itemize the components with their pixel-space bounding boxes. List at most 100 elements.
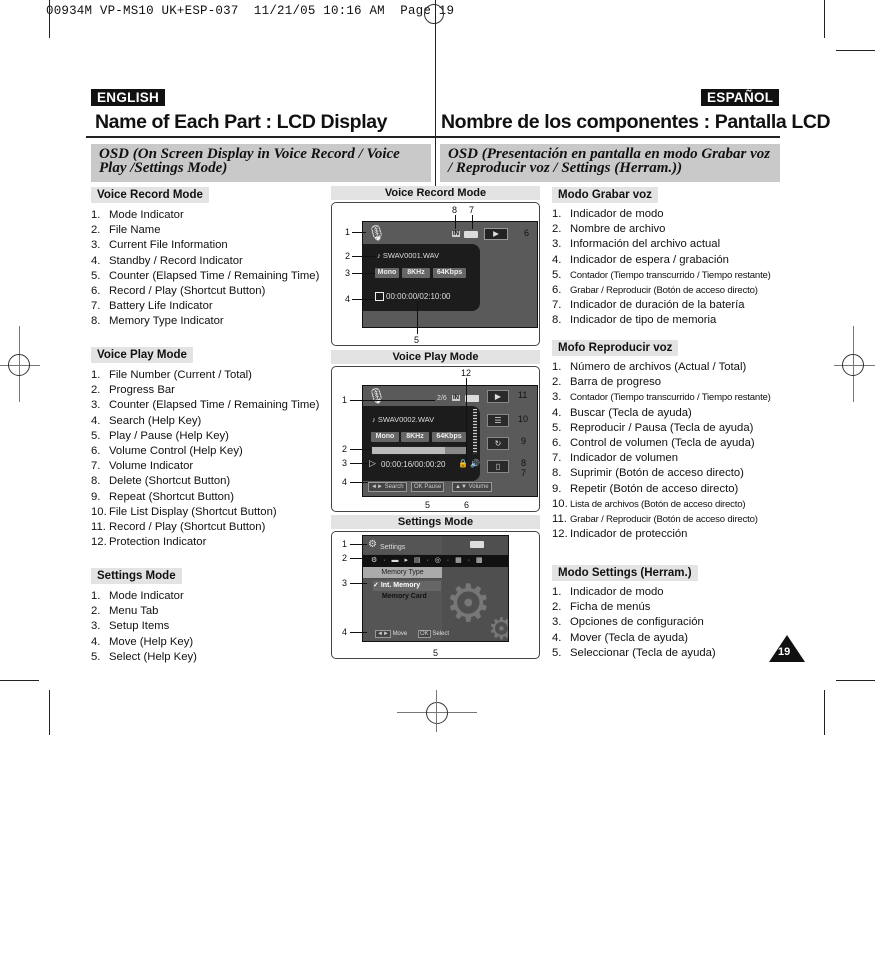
list-item: 8. Suprimir (Botón de acceso directo) [552,466,792,481]
leader-line [350,449,372,450]
list-item: 5. Play / Pause (Help Key) [91,429,326,444]
item-number: 3. [91,239,101,252]
delete-shortcut-button[interactable]: ▯ [487,460,509,473]
microphone-icon: 🎙 [367,225,387,242]
item-number: 11. [91,521,106,534]
item-text: Counter (Elapsed Time / Remaining Time) [109,399,320,412]
microphone-icon: 🎙 [367,388,387,405]
callout-6: 6 [464,500,470,510]
pause-help-key[interactable]: OK Pause [411,482,445,492]
chip-sample-rate: 8KHz [402,268,430,278]
volume-level-bar [473,409,477,454]
item-number: 5. [552,268,562,281]
item-text: Indicador de espera / grabación [570,253,729,266]
item-number: 2. [91,605,101,618]
item-text: Opciones de configuración [570,616,704,629]
item-number: 9. [91,490,101,503]
callout-1: 1 [342,395,348,405]
file-name: SWAV0001.WAV [382,251,440,260]
callout-8: 8 [521,458,527,468]
item-text: Información del archivo actual [570,238,721,251]
search-help-key[interactable]: ◄► Search [368,482,407,492]
option-memory-card[interactable]: Memory Card [382,593,427,600]
chip-sample-rate: 8KHz [401,432,429,442]
list-item: 4. Move (Help Key) [91,635,326,650]
volume-speaker-icon: 🔊 [470,459,480,468]
item-text: Indicador de tipo de memoria [570,314,717,327]
item-text: Ficha de menús [570,601,651,614]
item-number: 4. [91,635,101,648]
option-int-memory[interactable]: ✓ Int. Memory [373,581,441,591]
battery-icon [465,395,479,402]
item-text: Buscar (Tecla de ayuda) [570,406,692,419]
option-label: Int. Memory [380,582,421,589]
list-item: 10. File List Display (Shortcut Button) [91,505,326,520]
item-number: 9. [552,482,562,495]
leader-line [350,482,368,483]
record-counter: 00:00:00/02:10:00 [386,292,451,301]
english-badge: ENGLISH [91,89,166,106]
record-screen-heading: Voice Record Mode [331,186,540,200]
item-number: 1. [91,369,101,381]
decorative-gear-icon: ⚙ [445,575,492,633]
volume-help-key[interactable]: ▲▼ Volume [452,482,492,492]
item-text: File Name [109,224,161,237]
item-text: Mover (Tecla de ayuda) [570,631,689,644]
item-text: Move (Help Key) [109,635,194,648]
record-play-shortcut-button[interactable]: ▶ [487,390,509,403]
item-number: 7. [91,300,101,313]
leader-line [350,400,435,401]
item-text: Play / Pause (Help Key) [109,429,229,442]
standby-indicator-icon [375,292,384,301]
item-text: Counter (Elapsed Time / Remaining Time) [109,269,320,282]
menu-tab-bar[interactable]: ⚙ · ▬ ▸ ▤ · ◎ · ▦ · ▩ [363,555,508,567]
callout-2: 2 [345,251,351,261]
select-help-key[interactable]: OK Select [418,630,449,638]
item-number: 10. [552,497,568,510]
move-help-key[interactable]: ◄► Move [375,630,407,638]
list-item: 4. Standby / Record Indicator [91,254,326,269]
callout-3: 3 [342,578,348,588]
progress-fill [372,447,446,454]
search-key-icon: ◄► [371,484,383,490]
column-divider [435,0,436,186]
ok-key-icon: OK [418,630,431,638]
record-play-shortcut-button[interactable]: ▶ [484,228,508,240]
chip-mono: Mono [371,432,399,442]
repeat-shortcut-button[interactable]: ↻ [487,437,509,450]
crop-mark [0,680,39,681]
crop-mark [824,0,825,38]
item-number: 4. [552,406,562,419]
memory-type-icon: IN [452,231,460,237]
list-item: 6. Record / Play (Shortcut Button) [91,284,326,299]
item-number: 2. [91,224,101,237]
item-text: File Number (Current / Total) [109,369,252,381]
leader-line [352,299,375,300]
print-slug: 00934M VP-MS10 UK+ESP-037 11/21/05 10:16… [46,4,455,18]
leader-line [350,463,368,464]
play-state-icon: ▷ [369,458,376,468]
list-item: 5. Counter (Elapsed Time / Remaining Time… [91,269,326,284]
progress-bar [371,446,467,455]
list-item: 2. Barra de progreso [552,375,792,390]
callout-3: 3 [342,458,348,468]
item-text: Contador (Tiempo transcurrido / Tiempo r… [570,392,771,404]
callout-1: 1 [342,539,348,549]
section-heading: Settings Mode [91,568,182,584]
list-item: 3. Setup Items [91,619,326,634]
item-number: 8. [552,314,562,327]
list-item: 6. Grabar / Reproducir (Botón de acceso d… [552,283,792,298]
list-item: 8. Memory Type Indicator [91,314,326,329]
leader-line [350,632,367,633]
list-item: 3. Opciones de configuración [552,615,792,630]
spanish-section-play: Mofo Reproducir voz 1. Número de archivos… [552,338,792,542]
ok-key-icon: OK [414,484,423,490]
record-file-name: ♪ SWAV0001.WAV [377,251,440,260]
item-number: 5. [552,421,562,434]
file-list-shortcut-button[interactable]: ☰ [487,414,509,427]
list-item: 10. Lista de archivos (Botón de acceso di… [552,497,792,512]
item-number: 1. [552,361,562,373]
section-heading: Voice Play Mode [91,347,193,363]
list-item: 7. Indicador de duración de la batería [552,298,792,313]
callout-6: 6 [524,228,530,238]
